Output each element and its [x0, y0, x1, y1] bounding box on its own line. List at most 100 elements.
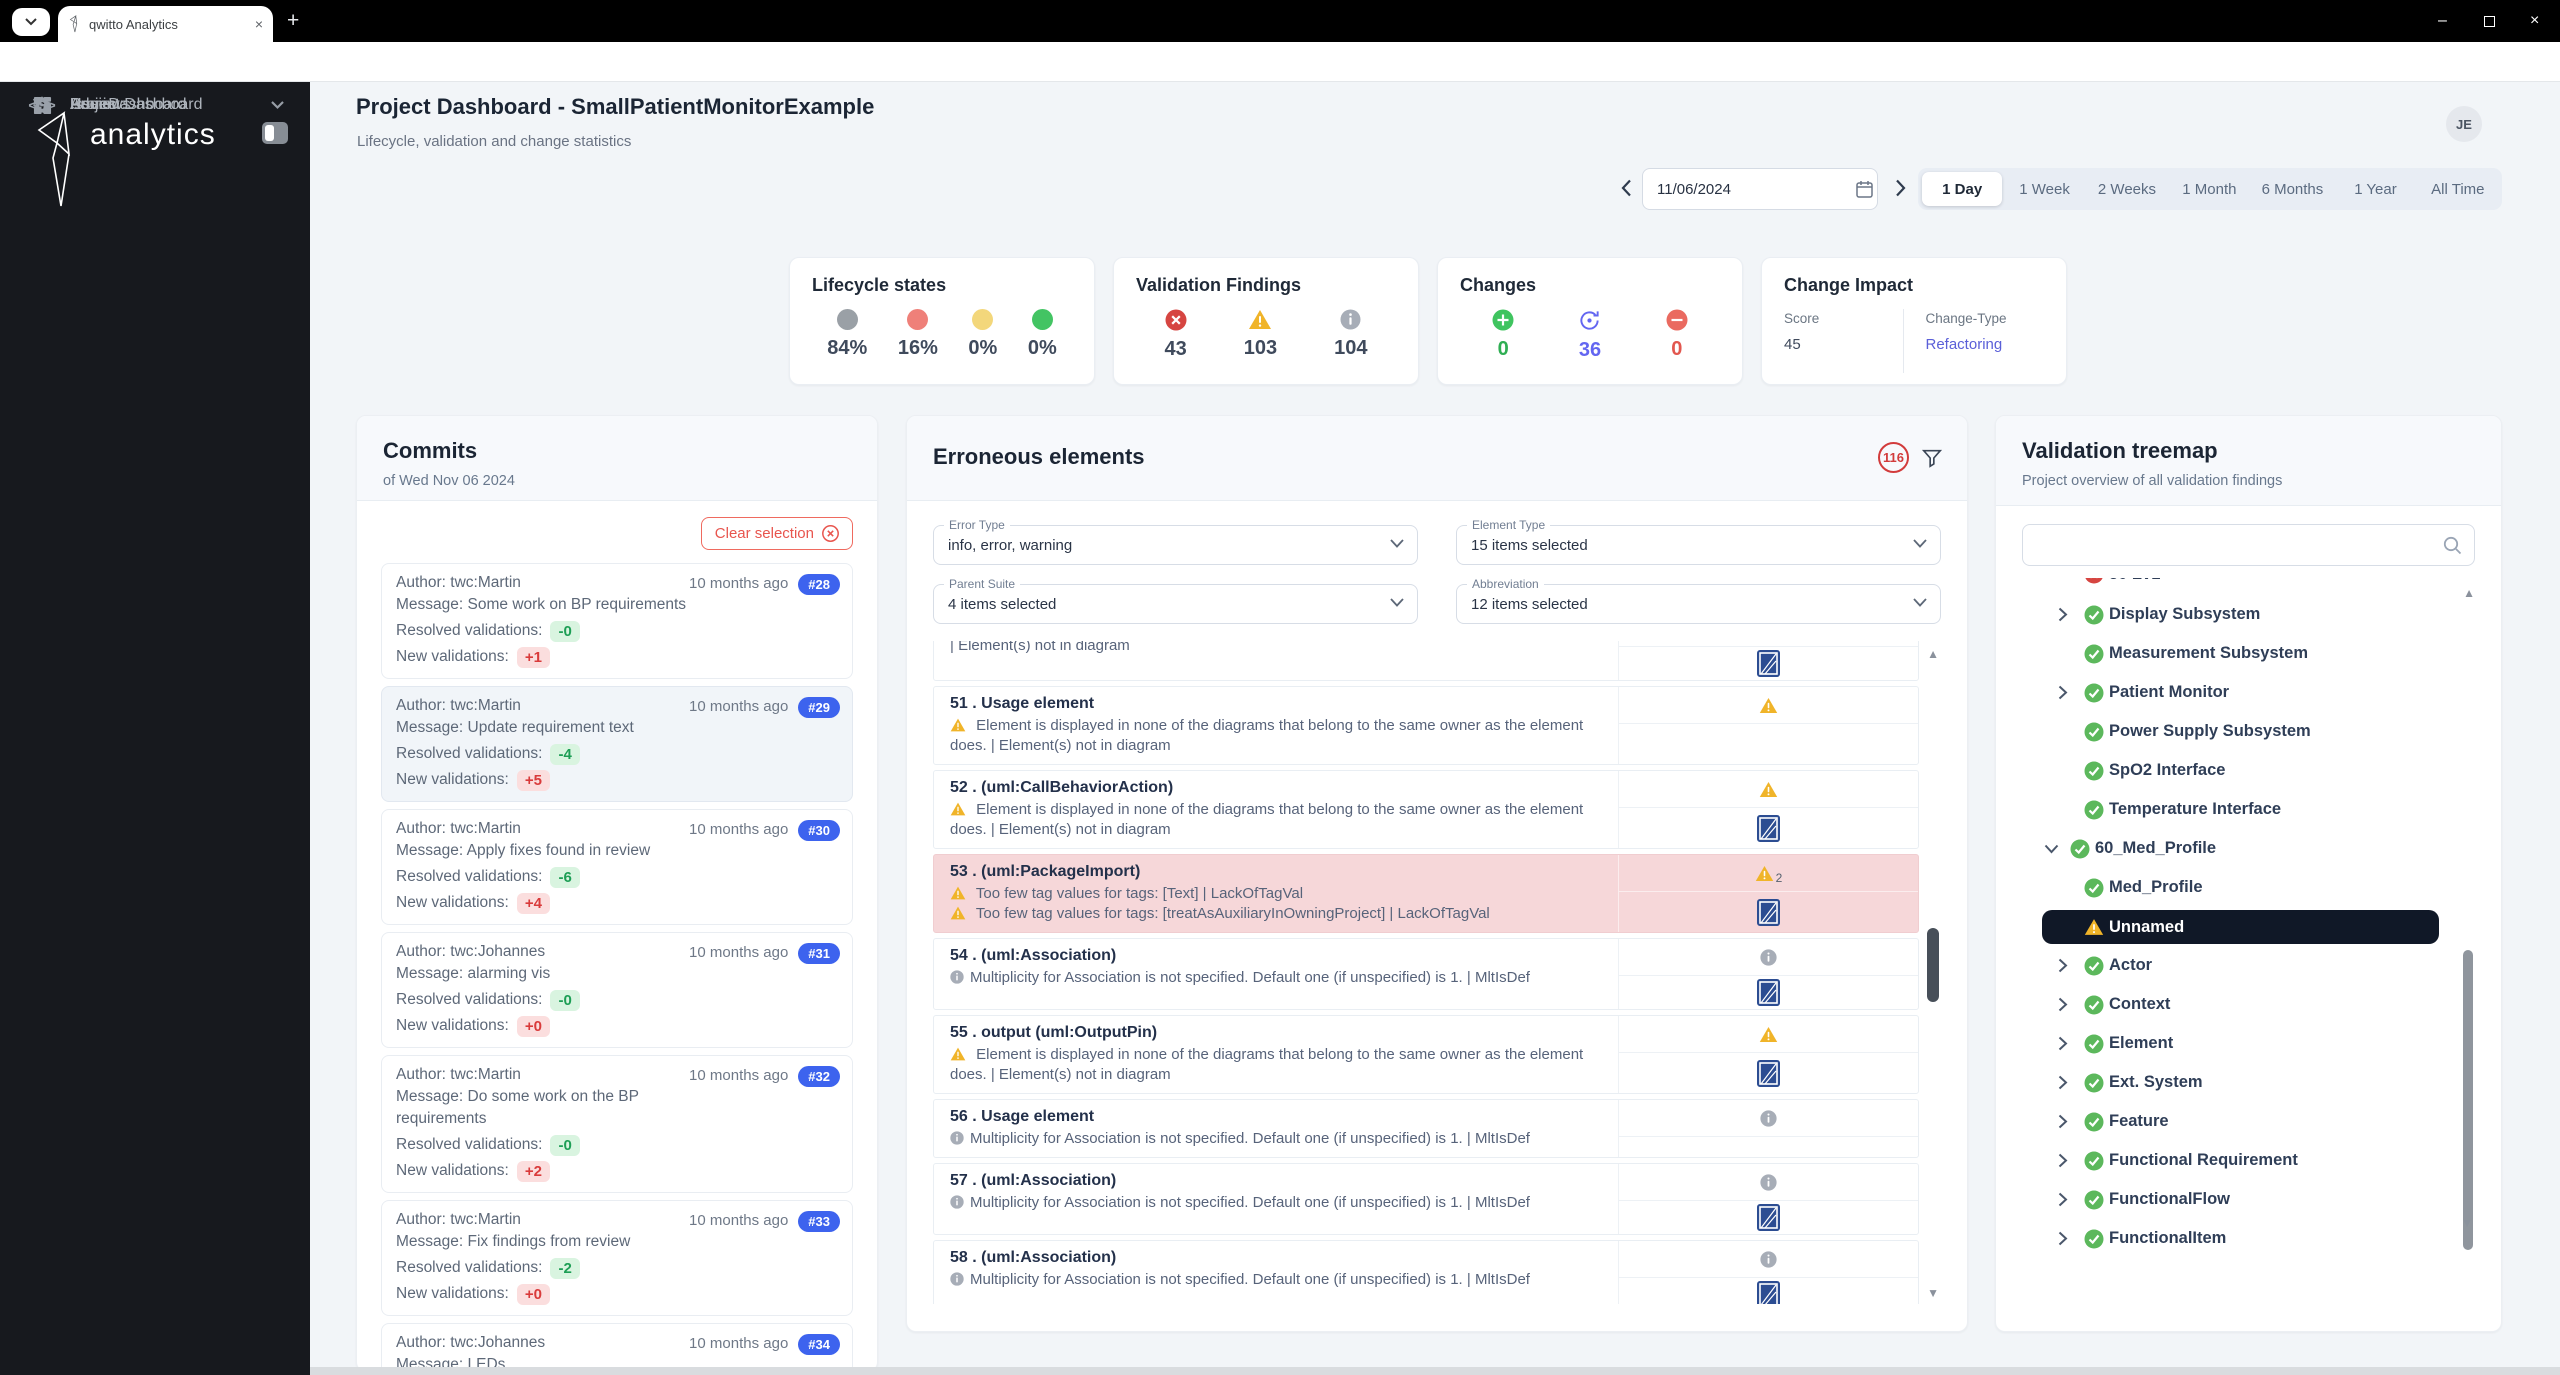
resolved-validations-badge: -6	[550, 866, 580, 888]
date-prev-button[interactable]	[1616, 176, 1636, 200]
tree-item[interactable]: Med_Profile	[2022, 868, 2451, 907]
time-range-button[interactable]: 1 Week	[2004, 172, 2084, 206]
tree-item[interactable]: Power Supply Subsystem	[2022, 712, 2451, 751]
tree-item[interactable]: FunctionalItem	[2022, 1219, 2451, 1258]
filter-funnel-icon[interactable]	[1921, 447, 1943, 469]
erroneous-row[interactable]: 57 . (uml:Association) Multiplicity for …	[933, 1163, 1919, 1235]
commit-card[interactable]: Author: twc:Martin Message: Apply fixes …	[381, 809, 853, 925]
tree-item[interactable]: FunctionalFlow	[2022, 1180, 2451, 1219]
chevron-right-icon[interactable]	[2058, 607, 2068, 622]
erroneous-row[interactable]: 52 . (uml:CallBehaviorAction) Element is…	[933, 770, 1919, 849]
tab-search-button[interactable]	[12, 8, 50, 36]
tree-item[interactable]: Actor	[2022, 946, 2451, 985]
erroneous-row[interactable]: Element is displayed in none of the diag…	[933, 641, 1919, 681]
time-range-button[interactable]: 1 Year	[2335, 172, 2415, 206]
chevron-down-icon[interactable]	[2044, 844, 2059, 854]
window-minimize-button[interactable]: –	[2438, 0, 2447, 42]
tree-item[interactable]: Feature	[2022, 1102, 2451, 1141]
calendar-icon[interactable]	[1856, 180, 1873, 198]
element-title: 52 . (uml:CallBehaviorAction)	[950, 779, 1174, 796]
tree-item-label: 50 Lv1	[2109, 578, 2160, 584]
filter-select[interactable]: Abbreviation 12 items selected	[1456, 577, 1941, 624]
filter-value: 12 items selected	[1471, 595, 1588, 613]
erroneous-row[interactable]: 53 . (uml:PackageImport) Too few tag val…	[933, 854, 1919, 933]
tree-item[interactable]: Measurement Subsystem	[2022, 634, 2451, 673]
erroneous-scrollbar-thumb[interactable]	[1927, 928, 1939, 1002]
treemap-scrollbar-thumb[interactable]	[2463, 950, 2473, 1250]
status-ok-icon	[2084, 761, 2104, 781]
window-close-button[interactable]: ×	[2530, 0, 2539, 42]
chevron-right-icon[interactable]	[2058, 958, 2068, 973]
chevron-right-icon[interactable]	[2058, 1231, 2068, 1246]
warning-icon	[1759, 1026, 1778, 1043]
commit-card[interactable]: Author: twc:Martin Message: Update requi…	[381, 686, 853, 802]
tree-item[interactable]: Functional Requirement	[2022, 1141, 2451, 1180]
chevron-right-icon[interactable]	[2058, 1036, 2068, 1051]
erroneous-row[interactable]: 58 . (uml:Association) Multiplicity for …	[933, 1240, 1919, 1304]
window-restore-button[interactable]	[2484, 0, 2495, 42]
chevron-right-icon[interactable]	[2058, 1192, 2068, 1207]
commit-card[interactable]: Author: twc:Martin Message: Some work on…	[381, 563, 853, 679]
sidebar-item[interactable]: ⚙ Admin	[0, 82, 310, 128]
chevron-down-icon	[1913, 539, 1927, 548]
commit-number-badge: #33	[798, 1211, 840, 1232]
commit-message: Update requirement text	[467, 719, 634, 736]
treemap-search[interactable]	[2022, 524, 2475, 566]
tree-item[interactable]: 60_Med_Profile	[2022, 829, 2451, 868]
time-range-button[interactable]: 1 Month	[2169, 172, 2249, 206]
new-tab-button[interactable]: +	[287, 9, 299, 33]
chevron-right-icon[interactable]	[2058, 1075, 2068, 1090]
tree-item[interactable]: Patient Monitor	[2022, 673, 2451, 712]
browser-tab[interactable]: qwitto Analytics ×	[58, 6, 273, 42]
tree-item[interactable]: Context	[2022, 985, 2451, 1024]
erroneous-row[interactable]: 56 . Usage element Multiplicity for Asso…	[933, 1099, 1919, 1158]
tree-item[interactable]: Display Subsystem	[2022, 595, 2451, 634]
chevron-right-icon[interactable]	[2058, 1114, 2068, 1129]
scroll-up-icon[interactable]: ▲	[2463, 586, 2475, 600]
warning-icon	[950, 906, 966, 920]
erroneous-row[interactable]: 54 . (uml:Association) Multiplicity for …	[933, 938, 1919, 1010]
filter-select[interactable]: Parent Suite 4 items selected	[933, 577, 1418, 624]
tree-item[interactable]: Temperature Interface	[2022, 790, 2451, 829]
filter-select[interactable]: Element Type 15 items selected	[1456, 518, 1941, 565]
date-next-button[interactable]	[1890, 176, 1910, 200]
filter-select[interactable]: Error Type info, error, warning	[933, 518, 1418, 565]
user-avatar[interactable]: JE	[2446, 106, 2482, 142]
search-input[interactable]	[2023, 525, 2474, 565]
commit-card[interactable]: Author: twc:Johannes Message: LEDs Resol…	[381, 1323, 853, 1371]
time-range-button[interactable]: 6 Months	[2252, 172, 2334, 206]
resolved-validations-badge: -0	[550, 989, 580, 1011]
date-input[interactable]	[1657, 180, 1856, 198]
warning-icon	[950, 802, 966, 816]
erroneous-row[interactable]: 55 . output (uml:OutputPin) Element is d…	[933, 1015, 1919, 1094]
chevron-right-icon[interactable]	[2058, 997, 2068, 1012]
commit-time: 10 months ago	[689, 1335, 789, 1352]
time-range-button[interactable]: All Time	[2418, 172, 2498, 206]
erroneous-row[interactable]: 51 . Usage element Element is displayed …	[933, 686, 1919, 765]
time-range-button[interactable]: 1 Day	[1922, 172, 2003, 206]
commit-card[interactable]: Author: twc:Johannes Message: alarming v…	[381, 932, 853, 1048]
commit-card[interactable]: Author: twc:Martin Message: Fix findings…	[381, 1200, 853, 1316]
scroll-up-icon[interactable]: ▲	[1927, 647, 1939, 661]
tree-item[interactable]: Element	[2022, 1024, 2451, 1063]
scroll-down-icon[interactable]: ▼	[2461, 1216, 2473, 1230]
tree-item[interactable]: Ext. System	[2022, 1063, 2451, 1102]
tree-item[interactable]: 50 Lv1	[2022, 578, 2451, 595]
sidebar-item-label: Admin	[70, 96, 116, 113]
element-title: 54 . (uml:Association)	[950, 947, 1117, 964]
commit-card[interactable]: Author: twc:Martin Message: Do some work…	[381, 1055, 853, 1193]
element-title: 51 . Usage element	[950, 695, 1095, 712]
chevron-right-icon[interactable]	[2058, 1153, 2068, 1168]
clear-selection-button[interactable]: Clear selection	[700, 517, 853, 550]
added-icon	[1492, 309, 1514, 331]
tree-item[interactable]: SpO2 Interface	[2022, 751, 2451, 790]
change-type-link[interactable]: Refactoring	[1926, 336, 2045, 353]
tab-close-icon[interactable]: ×	[255, 16, 263, 32]
tree-item[interactable]: Unnamed	[2042, 910, 2439, 944]
date-picker[interactable]	[1642, 168, 1878, 210]
status-ok-icon	[2084, 878, 2104, 898]
filter-value: info, error, warning	[948, 536, 1073, 554]
chevron-right-icon[interactable]	[2058, 685, 2068, 700]
time-range-button[interactable]: 2 Weeks	[2087, 172, 2167, 206]
scroll-down-icon[interactable]: ▼	[1927, 1286, 1939, 1300]
